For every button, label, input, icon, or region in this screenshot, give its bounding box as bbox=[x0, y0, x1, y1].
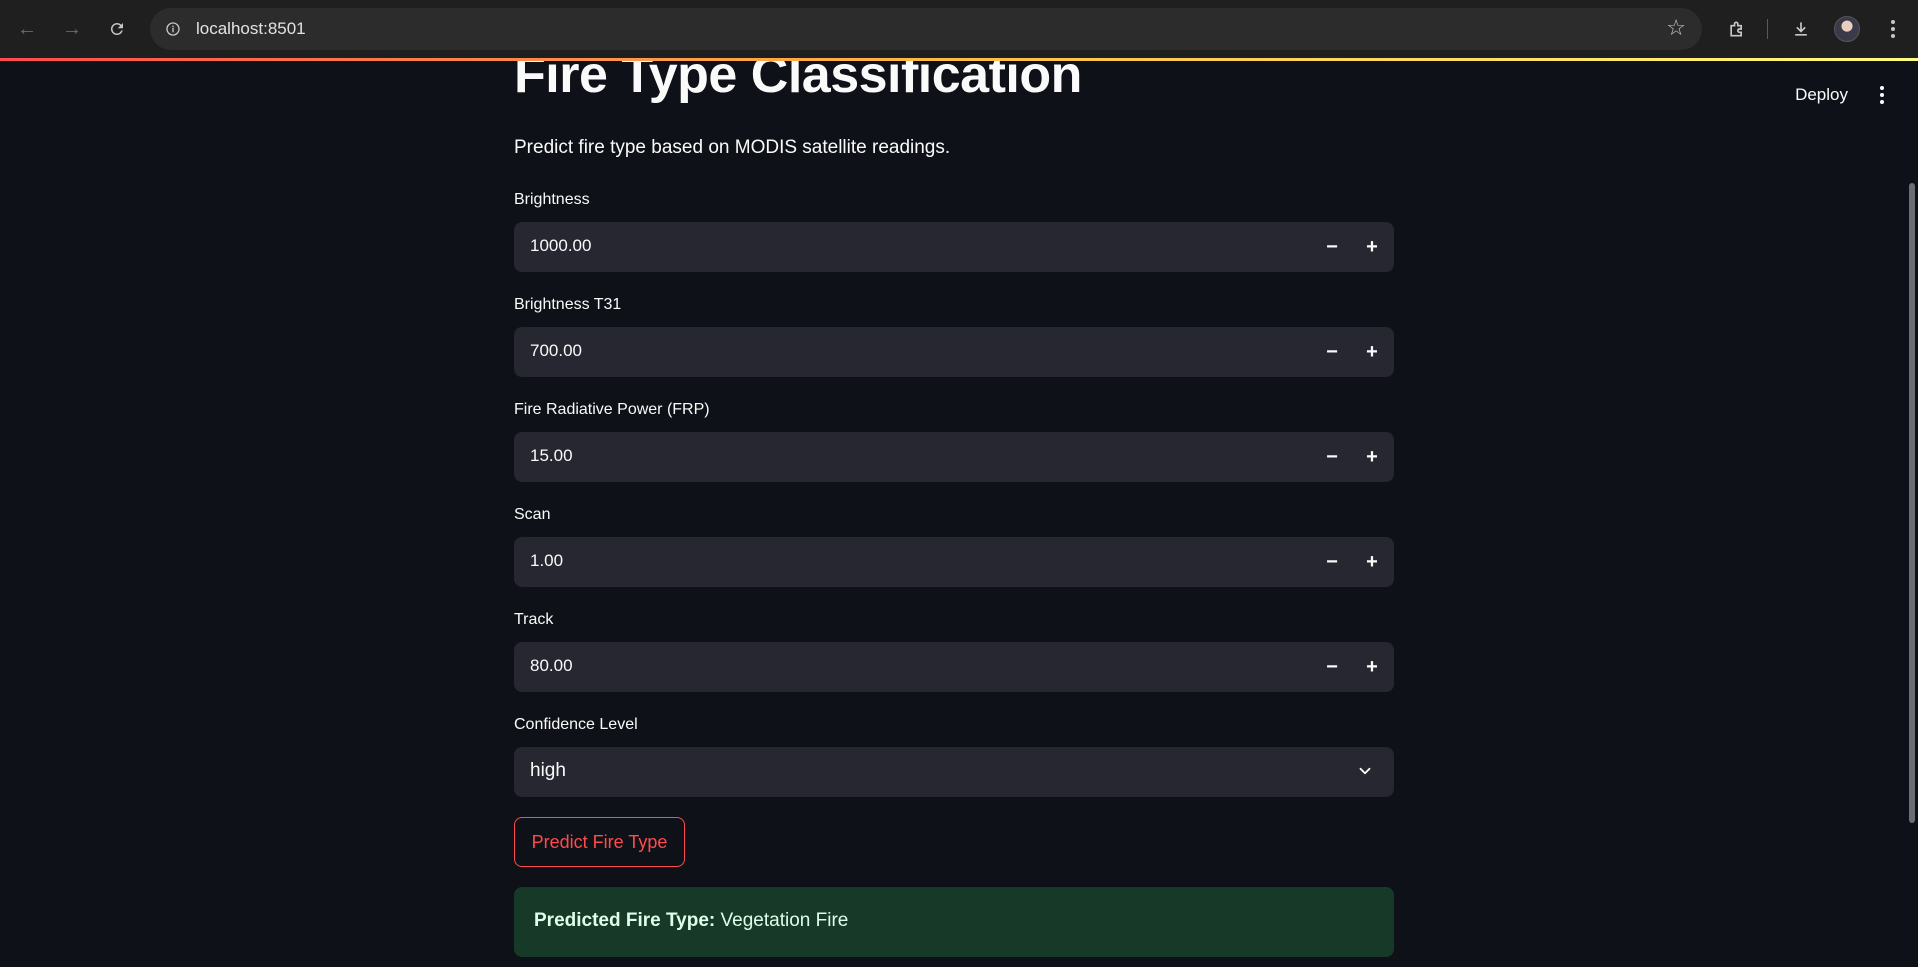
prediction-result-text: Predicted Fire Type: Vegetation Fire bbox=[534, 910, 848, 932]
prediction-result-alert: Predicted Fire Type: Vegetation Fire bbox=[514, 887, 1394, 957]
track-value[interactable]: 80.00 bbox=[530, 656, 573, 676]
url-text[interactable]: localhost:8501 bbox=[196, 19, 306, 39]
brightness-t31-input[interactable]: 700.00 − + bbox=[514, 327, 1394, 377]
frp-input[interactable]: 15.00 − + bbox=[514, 432, 1394, 482]
scan-increment-button[interactable]: + bbox=[1352, 537, 1392, 587]
frp-increment-button[interactable]: + bbox=[1352, 432, 1392, 482]
chevron-down-icon[interactable] bbox=[1356, 762, 1374, 780]
reload-icon[interactable] bbox=[100, 12, 134, 46]
track-decrement-button[interactable]: − bbox=[1312, 642, 1352, 692]
scrollbar-thumb[interactable] bbox=[1909, 183, 1915, 823]
browser-menu-icon[interactable] bbox=[1876, 12, 1910, 46]
scan-decrement-button[interactable]: − bbox=[1312, 537, 1352, 587]
brightness-input[interactable]: 1000.00 − + bbox=[514, 222, 1394, 272]
brightness-t31-label: Brightness T31 bbox=[514, 296, 622, 313]
frp-value[interactable]: 15.00 bbox=[530, 446, 573, 466]
confidence-label: Confidence Level bbox=[514, 716, 638, 733]
download-icon[interactable] bbox=[1784, 12, 1818, 46]
brightness-decrement-button[interactable]: − bbox=[1312, 222, 1352, 272]
result-value: Vegetation Fire bbox=[720, 910, 849, 931]
track-increment-button[interactable]: + bbox=[1352, 642, 1392, 692]
brightness-t31-value[interactable]: 700.00 bbox=[530, 341, 582, 361]
scan-label: Scan bbox=[514, 506, 551, 523]
track-input[interactable]: 80.00 − + bbox=[514, 642, 1394, 692]
back-icon[interactable]: ← bbox=[10, 12, 44, 46]
site-info-icon[interactable] bbox=[160, 16, 186, 42]
track-label: Track bbox=[514, 611, 554, 628]
browser-toolbar: ← → localhost:8501 ☆ bbox=[0, 0, 1918, 58]
page-subtitle: Predict fire type based on MODIS satelli… bbox=[514, 137, 951, 158]
frp-decrement-button[interactable]: − bbox=[1312, 432, 1352, 482]
scan-input[interactable]: 1.00 − + bbox=[514, 537, 1394, 587]
streamlit-app: Deploy Fire Type Classification Predict … bbox=[0, 61, 1918, 967]
brightness-value[interactable]: 1000.00 bbox=[530, 236, 591, 256]
confidence-select[interactable]: high bbox=[514, 747, 1394, 797]
brightness-increment-button[interactable]: + bbox=[1352, 222, 1392, 272]
result-prefix: Predicted Fire Type: bbox=[534, 910, 716, 931]
profile-avatar[interactable] bbox=[1834, 16, 1860, 42]
predict-fire-type-button[interactable]: Predict Fire Type bbox=[514, 817, 685, 867]
forward-icon[interactable]: → bbox=[55, 12, 89, 46]
extensions-icon[interactable] bbox=[1720, 12, 1754, 46]
page-title: Fire Type Classification bbox=[514, 61, 1082, 104]
app-menu-icon[interactable] bbox=[1876, 83, 1888, 107]
address-bar[interactable]: localhost:8501 ☆ bbox=[150, 8, 1702, 50]
toolbar-divider bbox=[1767, 19, 1768, 39]
deploy-button[interactable]: Deploy bbox=[1795, 85, 1848, 105]
bookmark-star-icon[interactable]: ☆ bbox=[1666, 15, 1686, 41]
brightness-t31-decrement-button[interactable]: − bbox=[1312, 327, 1352, 377]
brightness-label: Brightness bbox=[514, 191, 590, 208]
scan-value[interactable]: 1.00 bbox=[530, 551, 563, 571]
confidence-selected-value[interactable]: high bbox=[530, 760, 566, 782]
page-scrollbar[interactable] bbox=[1906, 61, 1918, 967]
brightness-t31-increment-button[interactable]: + bbox=[1352, 327, 1392, 377]
frp-label: Fire Radiative Power (FRP) bbox=[514, 401, 710, 418]
